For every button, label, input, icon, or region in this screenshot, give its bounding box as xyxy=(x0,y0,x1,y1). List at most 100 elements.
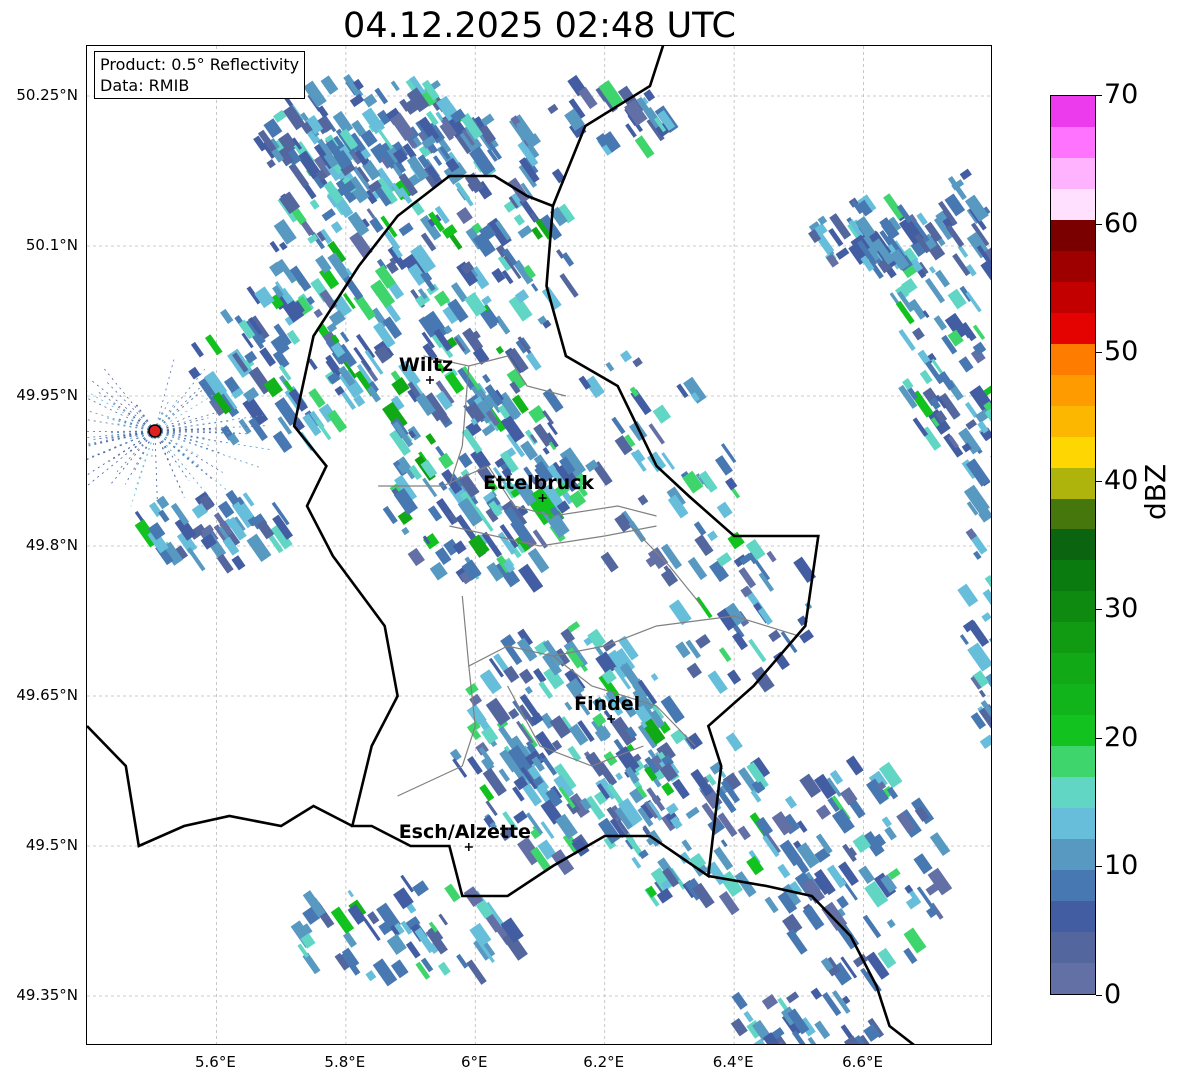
echo-cell xyxy=(407,547,425,567)
echo-cell xyxy=(365,970,377,982)
city-findel[interactable]: Findel xyxy=(574,693,640,723)
echo-cell xyxy=(886,919,896,929)
colorbar-segment xyxy=(1051,281,1095,313)
echo-cell xyxy=(533,667,547,684)
echo-cell xyxy=(817,215,828,226)
echo-cell xyxy=(456,953,469,969)
echo-cell xyxy=(661,782,675,797)
echo-cell xyxy=(243,386,260,403)
city-wiltz[interactable]: Wiltz xyxy=(399,354,453,384)
echo-cell xyxy=(634,135,655,159)
colorbar-segment xyxy=(1051,498,1095,530)
echo-cell xyxy=(959,168,972,181)
echo-cell xyxy=(743,1010,754,1023)
echo-ray xyxy=(154,430,190,482)
echo-cell xyxy=(738,567,757,589)
echo-cell xyxy=(342,931,357,948)
echo-cell xyxy=(467,756,483,775)
colorbar-segment xyxy=(1051,157,1095,189)
echo-ray xyxy=(154,430,230,493)
lon-tick-label: 6.2°E xyxy=(583,1053,625,1071)
echo-cell xyxy=(650,673,659,682)
echo-cell xyxy=(862,914,882,939)
echo-cell xyxy=(482,373,491,384)
canton-boundary xyxy=(397,665,476,797)
city-label: Findel xyxy=(574,693,640,715)
echo-cell xyxy=(785,991,800,1004)
dbz-colorbar xyxy=(1050,95,1096,995)
colorbar-segment xyxy=(1051,343,1095,375)
echo-cell xyxy=(547,103,559,115)
echo-cell xyxy=(481,295,492,306)
echo-cell xyxy=(727,669,742,685)
radar-map-canvas[interactable]: Wiltz Ettelbruck Findel Esch/Alzette xyxy=(87,46,992,1045)
echo-cell xyxy=(802,905,825,931)
colorbar-segment xyxy=(1051,901,1095,933)
radar-site-marker xyxy=(148,424,162,438)
echo-cell xyxy=(425,433,437,445)
echo-cell xyxy=(681,839,693,852)
echo-cell xyxy=(320,75,339,95)
echo-cell xyxy=(269,240,280,253)
colorbar-segment xyxy=(1051,591,1095,623)
lat-tick-label: 50.1°N xyxy=(25,236,78,254)
echo-cell xyxy=(372,958,398,987)
echo-cell xyxy=(444,883,461,903)
echo-cell xyxy=(615,772,624,781)
radar-site-icon[interactable] xyxy=(148,424,162,438)
echo-cell xyxy=(412,880,429,897)
echo-cell xyxy=(881,816,892,828)
echo-cell xyxy=(929,832,951,857)
echo-cell xyxy=(912,417,929,437)
echo-cell xyxy=(398,222,414,237)
echo-ray xyxy=(154,430,212,501)
echo-ray xyxy=(154,359,175,432)
colorbar-segment xyxy=(1051,653,1095,685)
echo-cell xyxy=(518,668,534,684)
echo-cell xyxy=(672,778,690,800)
echo-cell xyxy=(991,249,992,261)
echo-cell xyxy=(632,357,643,368)
colorbar-segment xyxy=(1051,622,1095,654)
colorbar-segment xyxy=(1051,95,1095,127)
echo-cell xyxy=(685,732,703,750)
echo-ray xyxy=(87,430,156,476)
echo-cell xyxy=(957,583,979,608)
lon-tick-label: 5.6°E xyxy=(195,1053,236,1071)
echo-ray xyxy=(154,392,200,432)
radar-map[interactable]: Wiltz Ettelbruck Findel Esch/Alzette xyxy=(86,45,992,1045)
echo-cell xyxy=(390,80,400,92)
echo-cell xyxy=(905,895,921,910)
echo-cell xyxy=(814,1020,831,1040)
echo-ray xyxy=(154,429,232,432)
city-label: Wiltz xyxy=(399,354,453,376)
echo-cell xyxy=(308,388,326,408)
echo-cell xyxy=(188,366,201,380)
lon-tick-label: 6.4°E xyxy=(712,1053,754,1071)
echo-cell xyxy=(347,889,354,898)
colorbar-segment xyxy=(1051,374,1095,406)
echo-cell xyxy=(965,291,982,313)
colorbar-tick-label: 70 xyxy=(1104,79,1139,110)
colorbar-segment xyxy=(1051,405,1095,437)
echo-cell xyxy=(605,361,615,372)
echo-cell xyxy=(766,550,777,563)
belgium-france-border xyxy=(87,725,353,848)
city-marker-icon xyxy=(425,376,434,384)
echo-cell xyxy=(815,804,832,820)
echo-cell xyxy=(746,855,765,876)
echo-cell xyxy=(665,802,679,816)
echo-cell xyxy=(685,806,700,820)
echo-cell xyxy=(884,826,897,841)
echo-cell xyxy=(637,494,649,506)
colorbar-segment xyxy=(1051,126,1095,158)
echo-cell xyxy=(386,933,407,955)
echo-cell xyxy=(718,647,732,663)
echo-cell xyxy=(600,551,619,573)
data-source-label: Data: RMIB xyxy=(100,76,190,95)
echo-cell xyxy=(542,447,550,455)
echo-cell xyxy=(656,887,673,904)
echo-cell xyxy=(718,891,740,916)
lat-tick-label: 49.65°N xyxy=(16,686,78,704)
colorbar-tick-label: 60 xyxy=(1104,207,1139,239)
